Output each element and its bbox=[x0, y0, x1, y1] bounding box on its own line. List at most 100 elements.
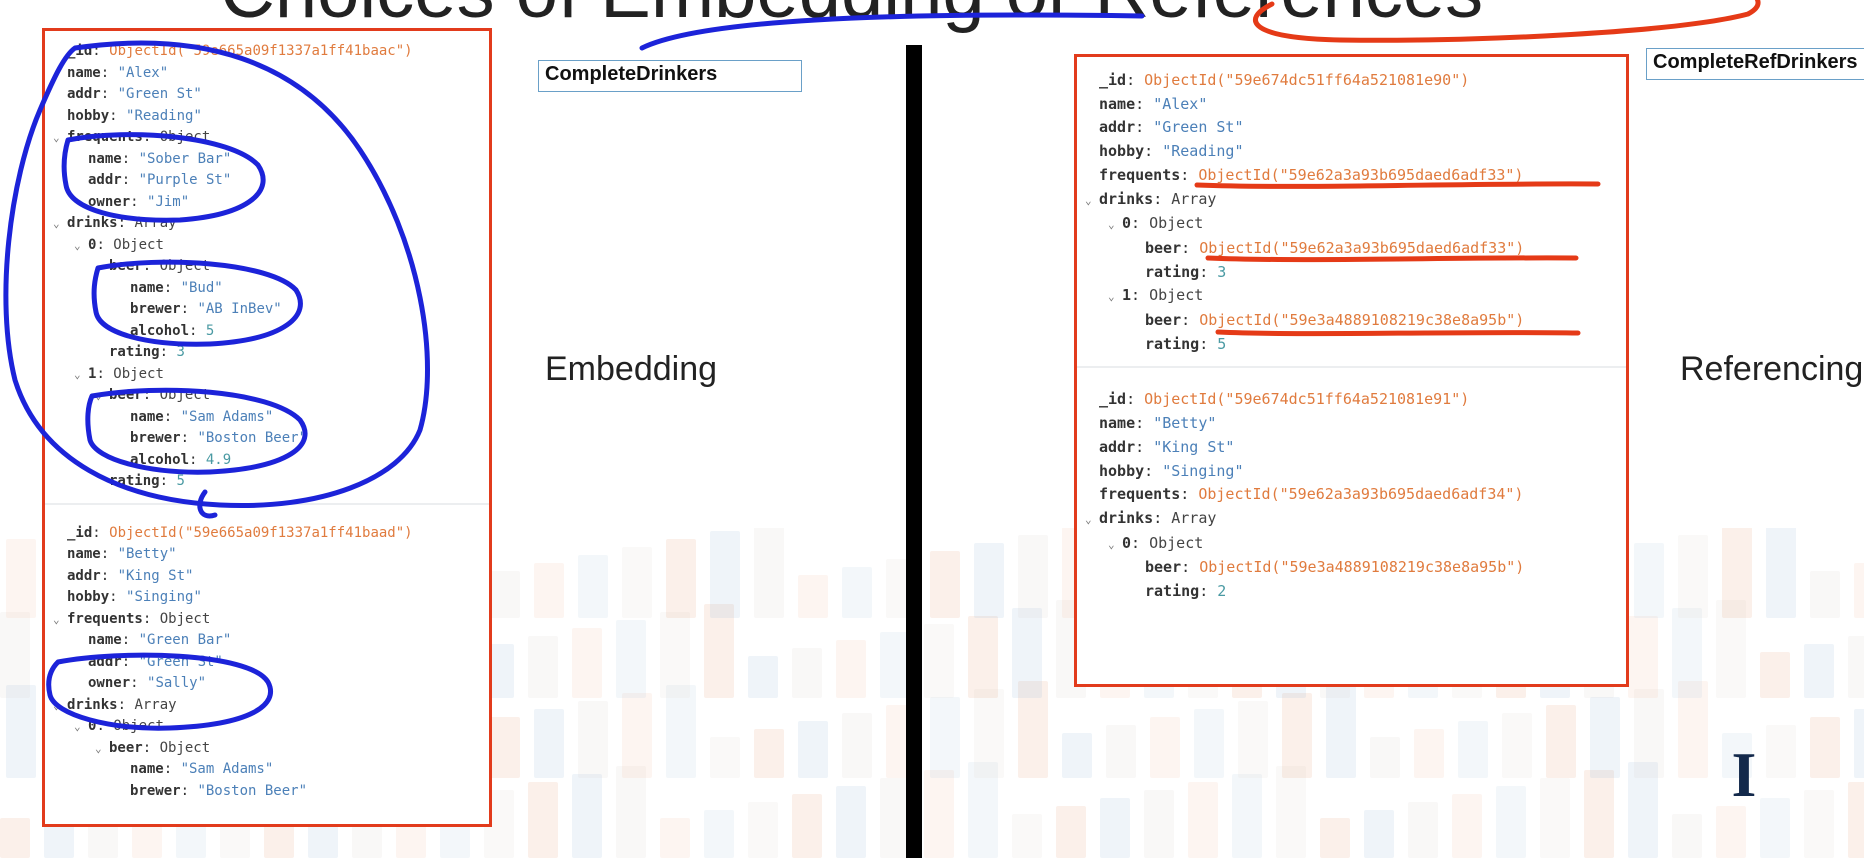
field-colon: : bbox=[142, 258, 160, 274]
field-line: rating: 3 bbox=[53, 342, 489, 364]
field-key: beer bbox=[109, 258, 143, 274]
chevron-down-icon: ⌄ bbox=[95, 741, 102, 755]
background-bar bbox=[1810, 717, 1840, 778]
field-value: 5 bbox=[1217, 334, 1227, 353]
background-bar bbox=[1722, 528, 1752, 618]
field-colon: : bbox=[1135, 118, 1154, 137]
field-value: "Alex" bbox=[117, 64, 169, 81]
field-colon: : bbox=[1126, 390, 1145, 409]
field-key: frequents bbox=[67, 610, 143, 627]
field-line: beer: ObjectId("59e62a3a93b695daed6adf33… bbox=[1085, 237, 1626, 261]
field-colon: : bbox=[109, 589, 127, 605]
field-line: rating: 2 bbox=[1085, 580, 1626, 604]
background-bar bbox=[622, 693, 652, 778]
field-value: ObjectId("59e62a3a93b695daed6adf33") bbox=[1198, 165, 1524, 184]
field-line: frequents: ObjectId("59e62a3a93b695daed6… bbox=[1085, 483, 1626, 507]
field-key: _id bbox=[67, 43, 93, 59]
field-key: beer bbox=[109, 387, 143, 403]
university-block-i-logo: I bbox=[1731, 739, 1757, 810]
background-bar bbox=[6, 685, 36, 778]
field-value: "Green Bar" bbox=[138, 632, 232, 648]
background-bar bbox=[528, 636, 558, 698]
chevron-down-icon: ⌄ bbox=[95, 389, 102, 402]
field-value: ObjectId("59e665a09f1337a1ff41baac") bbox=[109, 43, 413, 59]
field-line: _id: ObjectId("59e674dc51ff64a521081e91"… bbox=[1085, 388, 1626, 412]
field-key: owner bbox=[88, 675, 131, 691]
collection-tag-complete-drinkers: CompleteDrinkers bbox=[538, 60, 802, 92]
chevron-down-icon: ⌄ bbox=[74, 720, 81, 733]
field-key: drinks bbox=[67, 215, 118, 231]
field-colon: : bbox=[1131, 286, 1150, 305]
field-line: alcohol: 4.9 bbox=[53, 450, 489, 472]
background-bar bbox=[1452, 794, 1482, 858]
field-value: "Singing" bbox=[126, 589, 202, 605]
background-bar bbox=[1546, 705, 1576, 778]
field-value: "Reading" bbox=[126, 107, 202, 124]
field-line: addr: "Green St" bbox=[1085, 116, 1626, 140]
background-bar bbox=[660, 818, 690, 858]
field-value: "Sally" bbox=[147, 675, 207, 691]
background-bar bbox=[534, 709, 564, 778]
field-key: hobby bbox=[67, 589, 110, 605]
field-value: "Jim" bbox=[147, 193, 190, 210]
field-value: Array bbox=[134, 696, 177, 713]
field-colon: : bbox=[180, 430, 198, 446]
field-value: ObjectId("59e3a4889108219c38e8a95b") bbox=[1199, 558, 1525, 577]
field-colon: : bbox=[1131, 533, 1150, 552]
background-bar bbox=[528, 782, 558, 858]
field-key: frequents bbox=[1099, 165, 1181, 184]
field-key: brewer bbox=[130, 782, 181, 799]
background-bar bbox=[1634, 689, 1664, 778]
background-bar bbox=[616, 620, 646, 698]
field-line: brewer: "AB InBev" bbox=[53, 299, 489, 321]
field-value: 5 bbox=[176, 473, 185, 489]
field-value: 4.9 bbox=[205, 451, 232, 468]
field-line: rating: 5 bbox=[1085, 333, 1626, 357]
field-colon: : bbox=[92, 43, 110, 59]
field-line: ⌄ frequents: Object bbox=[53, 609, 489, 631]
field-key: _id bbox=[1099, 71, 1127, 89]
background-bar bbox=[1458, 721, 1488, 778]
chevron-down-icon: ⌄ bbox=[1108, 290, 1115, 304]
field-value: "AB InBev" bbox=[197, 301, 282, 317]
background-bar bbox=[1194, 709, 1224, 778]
field-colon: : bbox=[1181, 311, 1200, 330]
background-bar bbox=[792, 794, 822, 858]
field-colon: : bbox=[96, 236, 114, 253]
background-bar bbox=[1276, 766, 1306, 858]
background-bar bbox=[748, 802, 778, 858]
field-colon: : bbox=[1180, 485, 1199, 504]
embedded-documents-panel: _id: ObjectId("59e665a09f1337a1ff41baac"… bbox=[42, 28, 492, 827]
field-value: Object bbox=[1149, 214, 1204, 233]
field-colon: : bbox=[1181, 558, 1200, 577]
field-line: addr: "King St" bbox=[1085, 436, 1626, 460]
field-colon: : bbox=[159, 473, 177, 489]
background-bar bbox=[1590, 697, 1620, 778]
field-colon: : bbox=[96, 365, 114, 382]
field-line: name: "Sam Adams" bbox=[53, 407, 489, 429]
field-value: Array bbox=[134, 215, 177, 231]
field-line: _id: ObjectId("59e674dc51ff64a521081e90"… bbox=[1085, 69, 1626, 93]
field-line: owner: "Sally" bbox=[53, 673, 489, 695]
background-bar bbox=[1188, 782, 1218, 858]
field-line: ⌄ beer: Object bbox=[53, 256, 489, 278]
background-bar bbox=[1672, 608, 1702, 698]
field-value: "Green St" bbox=[138, 653, 223, 670]
field-value: 2 bbox=[1217, 582, 1227, 601]
field-colon: : bbox=[100, 86, 118, 102]
field-colon: : bbox=[163, 408, 181, 425]
field-value: "Sam Adams" bbox=[180, 408, 274, 425]
field-colon: : bbox=[142, 129, 160, 145]
background-bar bbox=[1766, 528, 1796, 618]
field-line: brewer: "Boston Beer" bbox=[53, 428, 489, 450]
field-colon: : bbox=[1135, 414, 1154, 433]
field-colon: : bbox=[121, 172, 139, 188]
background-bar bbox=[1804, 790, 1834, 858]
background-bar bbox=[798, 721, 828, 778]
background-bar bbox=[1320, 818, 1350, 858]
background-bar bbox=[0, 818, 30, 858]
field-key: addr bbox=[1099, 118, 1136, 137]
background-bar bbox=[1150, 717, 1180, 778]
background-bar bbox=[1370, 737, 1400, 778]
field-value: ObjectId("59e62a3a93b695daed6adf34") bbox=[1198, 485, 1524, 504]
